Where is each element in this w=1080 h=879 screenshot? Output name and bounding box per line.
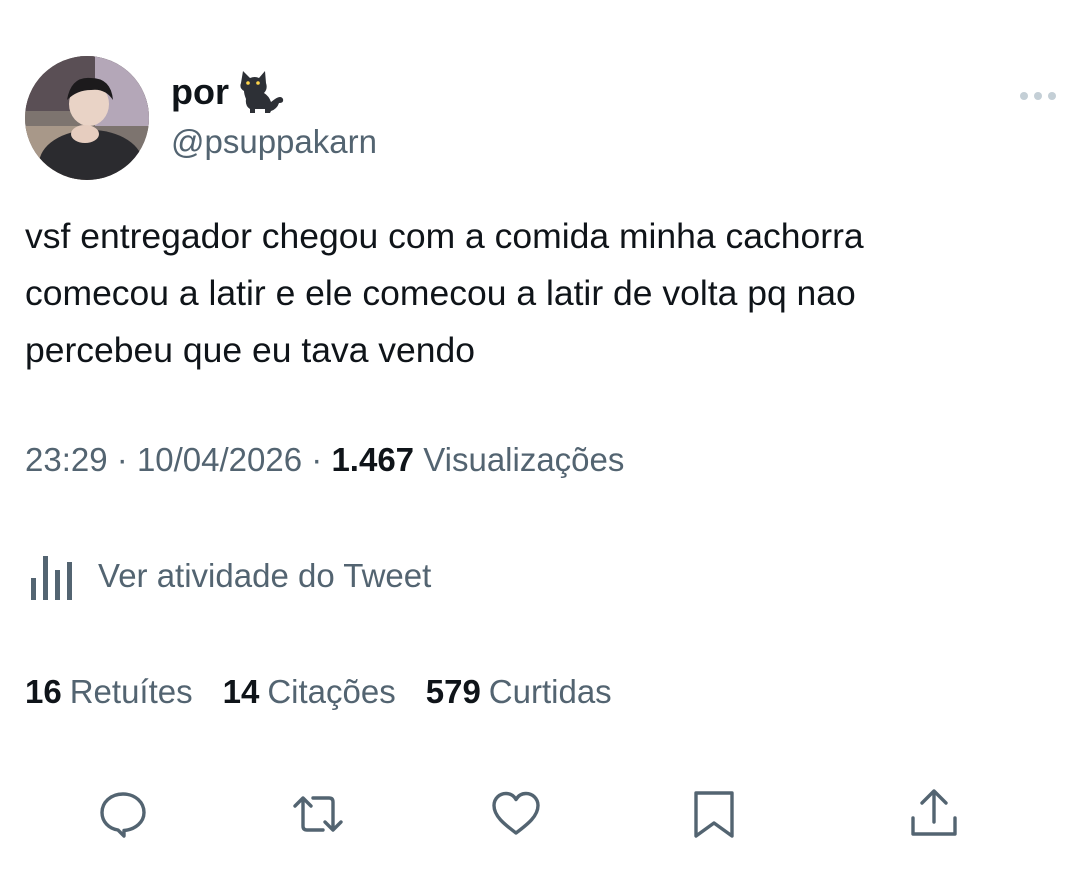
likes-count: 579 (425, 673, 481, 710)
share-icon (911, 789, 957, 836)
retweets-label: Retuítes (69, 673, 193, 710)
quotes-count: 14 (222, 673, 260, 710)
retweets-count: 16 (25, 673, 62, 710)
reply-button[interactable] (95, 786, 151, 842)
share-button[interactable] (906, 786, 962, 842)
bar-chart-icon (31, 556, 72, 600)
tweet-meta: 23:29 · 10/04/2026 · 1.467 Visualizações (25, 438, 624, 482)
reply-icon (100, 792, 146, 838)
avatar[interactable] (25, 56, 149, 180)
tweet-stats: 16 Retuítes 14 Citações 579 Curtidas (25, 668, 612, 716)
meta-separator: · (116, 441, 128, 478)
avatar-image (25, 56, 149, 180)
bookmark-icon (694, 791, 734, 838)
more-dot (1048, 92, 1056, 100)
tweet-date[interactable]: 10/04/2026 (137, 441, 302, 478)
user-handle[interactable]: @psuppakarn (171, 123, 377, 160)
tweet-text: vsf entregador chegou com a comida minha… (25, 216, 864, 370)
display-name-text: por (171, 71, 229, 112)
tweet-activity-label: Ver atividade do Tweet (98, 557, 432, 594)
bookmark-button[interactable] (686, 786, 742, 842)
display-name[interactable]: por (171, 66, 285, 118)
tweet-time[interactable]: 23:29 (25, 441, 108, 478)
like-button[interactable] (488, 786, 544, 842)
likes-label: Curtidas (488, 673, 612, 710)
quotes-stat[interactable]: 14 Citações (223, 668, 396, 716)
views-label: Visualizações (423, 441, 625, 478)
quotes-label: Citações (267, 673, 396, 710)
likes-stat[interactable]: 579 Curtidas (426, 668, 612, 716)
meta-separator: · (311, 441, 323, 478)
more-options-icon[interactable] (1018, 82, 1058, 110)
cat-emoji-icon (240, 71, 284, 113)
like-icon (492, 791, 540, 835)
retweet-icon (293, 796, 343, 832)
tweet-activity-link[interactable]: Ver atividade do Tweet (28, 550, 431, 602)
more-dot (1020, 92, 1028, 100)
retweet-button[interactable] (290, 786, 346, 842)
retweets-stat[interactable]: 16 Retuítes (25, 668, 193, 716)
more-dot (1034, 92, 1042, 100)
views-count: 1.467 (331, 441, 415, 478)
